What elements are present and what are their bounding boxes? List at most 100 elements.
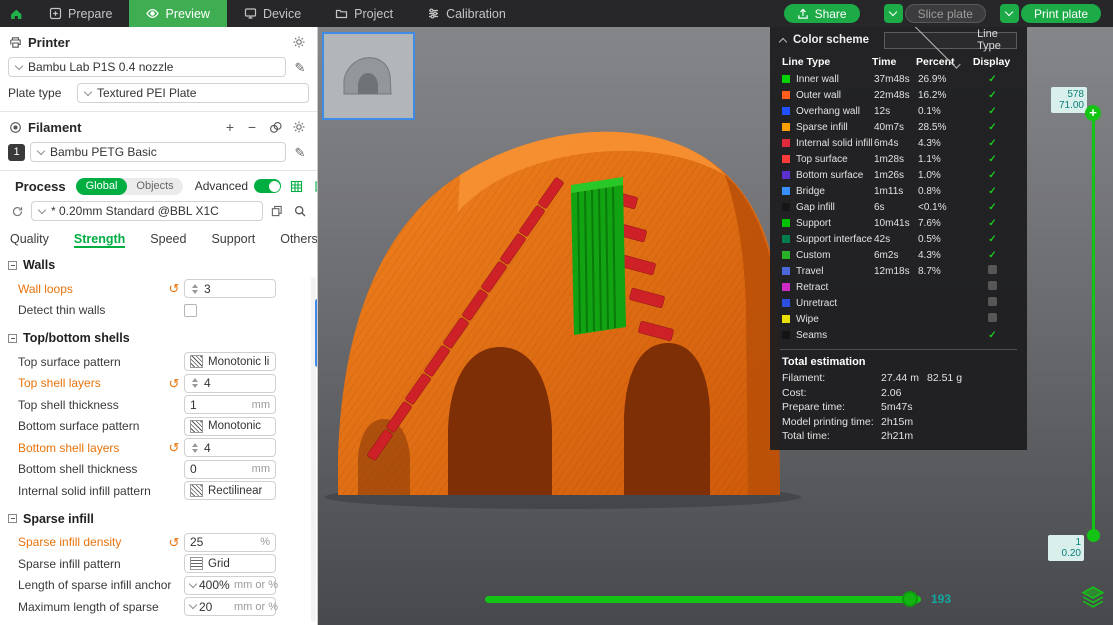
divider xyxy=(0,170,317,171)
wall-loops-input[interactable] xyxy=(204,282,270,296)
section-sparse-infill[interactable]: Sparse infill xyxy=(0,506,317,532)
display-toggle[interactable] xyxy=(968,313,1017,325)
top-surface-pattern-dropdown[interactable]: Monotonic li... xyxy=(184,352,276,371)
compare-presets-icon[interactable] xyxy=(311,177,318,195)
top-layer-number: 578 xyxy=(1054,89,1084,100)
display-toggle[interactable]: ✓ xyxy=(968,90,1017,101)
display-toggle[interactable]: ✓ xyxy=(968,138,1017,149)
section-shells[interactable]: Top/bottom shells xyxy=(0,325,317,351)
revert-preset-icon[interactable] xyxy=(8,202,26,220)
display-toggle[interactable]: ✓ xyxy=(968,74,1017,85)
filament-dropdown[interactable]: Bambu PETG Basic xyxy=(30,142,286,162)
step-slider-handle[interactable] xyxy=(902,591,918,607)
tab-support[interactable]: Support xyxy=(211,232,255,248)
tab-speed[interactable]: Speed xyxy=(150,232,186,248)
display-toggle[interactable]: ✓ xyxy=(968,186,1017,197)
edit-filament-icon[interactable]: ✎ xyxy=(291,143,309,161)
print-options-dropdown[interactable] xyxy=(1000,4,1019,23)
collapse-panel-icon[interactable] xyxy=(779,37,787,45)
advanced-toggle[interactable] xyxy=(254,179,281,193)
detect-thin-walls-checkbox[interactable] xyxy=(184,304,197,317)
layer-slider-track[interactable] xyxy=(1092,120,1095,535)
display-toggle[interactable]: ✓ xyxy=(968,202,1017,213)
section-walls[interactable]: Walls xyxy=(0,252,317,278)
tab-others[interactable]: Others xyxy=(280,232,318,248)
reset-icon[interactable]: ↺ xyxy=(167,282,181,295)
spinner-arrows-icon[interactable] xyxy=(190,443,200,453)
display-toggle[interactable] xyxy=(968,297,1017,309)
display-toggle[interactable] xyxy=(968,265,1017,277)
display-toggle[interactable]: ✓ xyxy=(968,234,1017,245)
sparse-infill-pattern-dropdown[interactable]: Grid xyxy=(184,554,276,573)
printer-settings-gear-icon[interactable] xyxy=(290,33,308,51)
display-toggle[interactable] xyxy=(968,281,1017,293)
tab-strength[interactable]: Strength xyxy=(74,232,125,248)
sparse-infill-density-input[interactable] xyxy=(190,535,257,549)
bottom-shell-thickness-input[interactable] xyxy=(190,462,249,476)
plate-thumbnail[interactable] xyxy=(322,32,415,120)
layers-view-icon[interactable] xyxy=(1081,585,1105,609)
display-toggle[interactable]: ✓ xyxy=(968,170,1017,181)
scope-global-option[interactable]: Global xyxy=(76,178,128,195)
remove-filament-icon[interactable]: − xyxy=(244,119,260,135)
spinner-arrows-icon[interactable] xyxy=(190,378,200,388)
plate-type-dropdown[interactable]: Textured PEI Plate xyxy=(77,83,309,103)
layer-slider-handle[interactable] xyxy=(1087,529,1100,542)
preview-3d-viewport[interactable]: Color scheme Line Type Line Type Time Pe… xyxy=(318,27,1113,625)
reset-icon[interactable]: ↺ xyxy=(167,536,181,549)
print-plate-button[interactable]: Print plate xyxy=(1021,4,1101,23)
filament-slot-badge[interactable]: 1 xyxy=(8,144,25,161)
top-shell-thickness-input[interactable] xyxy=(190,398,249,412)
slice-plate-button[interactable]: Slice plate xyxy=(905,4,986,23)
line-type-label: Top surface xyxy=(796,154,874,165)
display-toggle[interactable]: ✓ xyxy=(968,122,1017,133)
process-preset-dropdown[interactable]: * 0.20mm Standard @BBL X1C xyxy=(31,201,263,221)
line-type-label: Gap infill xyxy=(796,202,874,213)
anchor-length-input[interactable] xyxy=(199,578,231,592)
bottom-surface-pattern-dropdown[interactable]: Monotonic xyxy=(184,417,276,436)
legend-column-headers: Line Type Time Percent Display xyxy=(770,53,1027,71)
display-toggle[interactable]: ✓ xyxy=(968,154,1017,165)
display-toggle[interactable]: ✓ xyxy=(968,106,1017,117)
scope-objects-option[interactable]: Objects xyxy=(127,178,182,195)
anchor-max-length-dropdown[interactable]: mm or % xyxy=(184,597,276,616)
spinner-arrows-icon[interactable] xyxy=(190,284,200,294)
search-icon[interactable] xyxy=(291,202,309,220)
filament-settings-gear-icon[interactable] xyxy=(290,118,308,136)
home-button[interactable] xyxy=(0,0,32,27)
step-slider-track[interactable] xyxy=(485,596,921,603)
flush-volumes-icon[interactable] xyxy=(266,118,284,136)
tab-prepare[interactable]: Prepare xyxy=(32,0,129,27)
slice-options-dropdown[interactable] xyxy=(884,4,903,23)
tab-preview[interactable]: Preview xyxy=(129,0,226,27)
tab-quality[interactable]: Quality xyxy=(10,232,49,248)
top-shell-layers-input[interactable] xyxy=(204,376,270,390)
top-shell-layers-label: Top shell layers xyxy=(18,376,167,390)
display-toggle[interactable]: ✓ xyxy=(968,218,1017,229)
parameter-table-icon[interactable] xyxy=(287,177,305,195)
anchor-max-length-input[interactable] xyxy=(199,600,231,614)
filament-section-header: Filament + − xyxy=(0,115,317,139)
tab-project[interactable]: Project xyxy=(318,0,410,27)
tab-calibration[interactable]: Calibration xyxy=(410,0,523,27)
share-button[interactable]: Share xyxy=(784,4,860,23)
tab-device[interactable]: Device xyxy=(227,0,318,27)
reset-icon[interactable]: ↺ xyxy=(167,377,181,390)
edit-printer-icon[interactable]: ✎ xyxy=(291,58,309,76)
bottom-shell-layers-input[interactable] xyxy=(204,441,270,455)
internal-solid-infill-pattern-dropdown[interactable]: Rectilinear xyxy=(184,481,276,500)
one-layer-toggle-button[interactable]: + xyxy=(1085,105,1101,121)
color-scheme-panel: Color scheme Line Type Line Type Time Pe… xyxy=(770,27,1027,450)
reset-icon[interactable]: ↺ xyxy=(167,441,181,454)
printer-model-dropdown[interactable]: Bambu Lab P1S 0.4 nozzle xyxy=(8,57,286,77)
display-toggle[interactable]: ✓ xyxy=(968,250,1017,261)
save-preset-icon[interactable] xyxy=(268,202,286,220)
anchor-length-dropdown[interactable]: mm or % xyxy=(184,576,276,595)
display-toggle[interactable]: ✓ xyxy=(968,330,1017,341)
add-filament-icon[interactable]: + xyxy=(222,119,238,135)
view-type-dropdown[interactable]: Line Type xyxy=(884,32,1017,49)
legend-row: Bottom surface 1m26s 1.0% ✓ xyxy=(770,167,1027,183)
sidebar-scrollbar[interactable] xyxy=(311,277,316,622)
legend-row: Travel 12m18s 8.7% xyxy=(770,263,1027,279)
line-type-time: 6m2s xyxy=(874,250,918,261)
